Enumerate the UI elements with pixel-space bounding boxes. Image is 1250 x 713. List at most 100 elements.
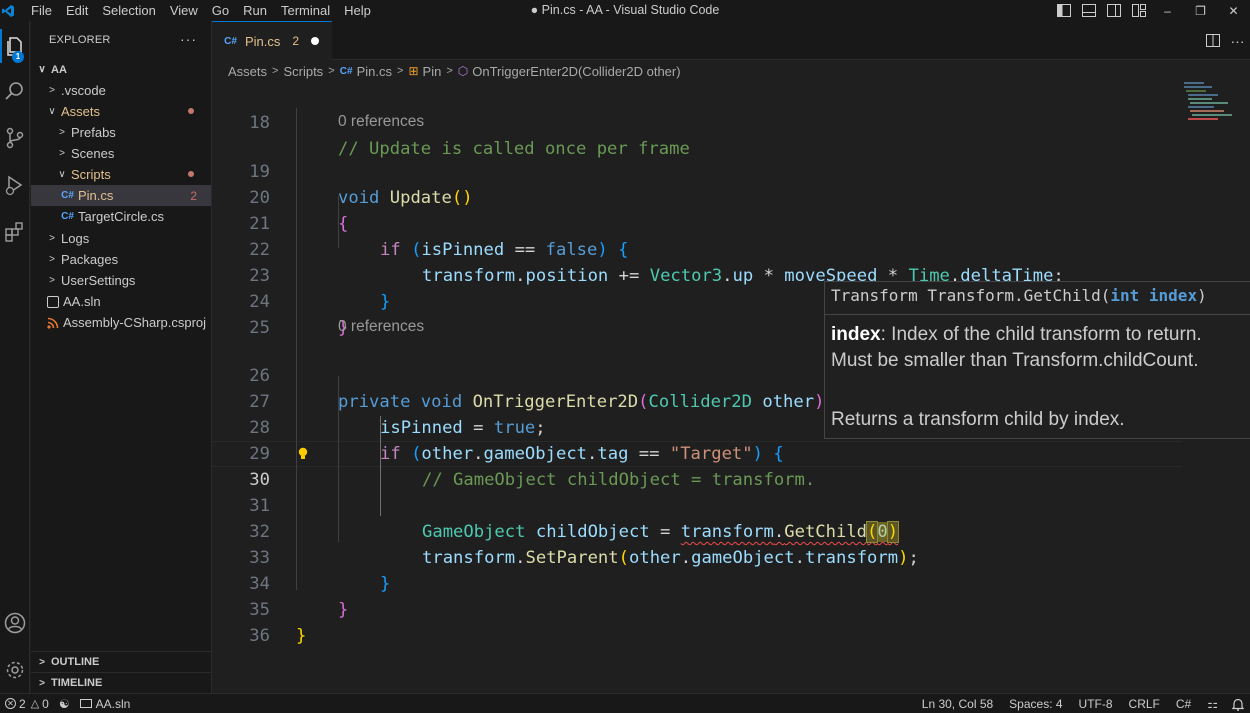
editor-more-actions-icon[interactable]: ··· (1225, 30, 1250, 51)
files-icon[interactable]: 1 (0, 29, 30, 63)
language-mode[interactable]: C# (1168, 694, 1199, 713)
breadcrumb-method[interactable]: OnTriggerEnter2D(Collider2D other) (472, 64, 680, 79)
lightbulb-icon[interactable] (298, 447, 308, 461)
tree-item-label: Prefabs (71, 125, 116, 140)
signature-prefix: Transform Transform.GetChild( (831, 286, 1111, 305)
codelens-references[interactable]: 0 references (338, 111, 424, 133)
explorer-header: EXPLORER ··· (31, 21, 211, 59)
breadcrumb-pin-cs[interactable]: Pin.cs (357, 64, 392, 79)
codelens-references[interactable]: 0 references (338, 316, 424, 338)
tree-item-aa-sln[interactable]: AA.sln (31, 291, 211, 312)
breadcrumb-assets[interactable]: Assets (228, 64, 267, 79)
chevron-right-icon: > (49, 254, 55, 265)
tree-item-label: Assembly-CSharp.csproj (63, 315, 207, 330)
error-count: 2 (19, 696, 26, 711)
tree-item-pin-cs[interactable]: C# Pin.cs 2 (31, 185, 211, 206)
chevron-right-icon: > (39, 677, 45, 689)
tree-item-label: Pin.cs (78, 188, 114, 203)
extensions-icon[interactable] (0, 215, 30, 249)
chevron-right-icon: > (59, 148, 65, 159)
tree-item-packages[interactable]: > Packages (31, 249, 211, 270)
tree-item-logs[interactable]: > Logs (31, 228, 211, 249)
solution-name: AA.sln (95, 696, 131, 711)
tree-item-vscode[interactable]: > .vscode (31, 80, 211, 101)
vscode-logo-icon[interactable] (2, 4, 14, 17)
cursor-position[interactable]: Ln 30, Col 58 (914, 694, 1001, 713)
menu-file[interactable]: File (24, 0, 59, 21)
source-control-icon[interactable] (0, 121, 30, 155)
tree-item-assets[interactable]: ∨ Assets (31, 101, 211, 122)
tree-item-usersettings[interactable]: > UserSettings (31, 270, 211, 291)
tree-item-scripts[interactable]: ∨ Scripts (31, 164, 211, 185)
chevron-right-icon: > (397, 65, 404, 77)
menu-selection[interactable]: Selection (95, 0, 162, 21)
breadcrumb-class-pin[interactable]: Pin (423, 64, 442, 79)
tree-item-targetcircle-cs[interactable]: C# TargetCircle.cs (31, 206, 211, 227)
restore-icon[interactable]: ❐ (1184, 0, 1217, 21)
class-symbol-icon: ⊞ (408, 64, 419, 78)
code-line: 23 } (212, 237, 1250, 312)
csharp-file-icon: C# (339, 65, 353, 77)
tab-label: Pin.cs (245, 33, 281, 49)
tree-item-csproj[interactable]: Assembly-CSharp.csproj (31, 312, 211, 333)
title-bar: File Edit Selection View Go Run Terminal… (0, 0, 1250, 21)
activity-bar: 1 (0, 21, 30, 693)
code-line: 33 } (212, 519, 1250, 594)
customize-layout-icon[interactable] (1126, 0, 1151, 21)
ports-icon[interactable]: ☯ (54, 694, 75, 713)
timeline-section[interactable]: > TIMELINE (31, 672, 211, 693)
more-actions-icon[interactable]: ··· (180, 31, 197, 47)
toggle-primary-sidebar-icon[interactable] (1051, 0, 1076, 21)
menu-edit[interactable]: Edit (59, 0, 95, 21)
chevron-right-icon: > (59, 127, 65, 138)
search-icon[interactable] (0, 74, 30, 108)
split-editor-icon[interactable] (1200, 30, 1225, 51)
code-line: 21 if (isPinned == false) { (212, 185, 1250, 260)
line-ending[interactable]: CRLF (1121, 694, 1168, 713)
menu-view[interactable]: View (163, 0, 205, 21)
tree-item-prefabs[interactable]: > Prefabs (31, 122, 211, 143)
chevron-right-icon: > (328, 65, 335, 77)
chevron-down-icon: ∨ (38, 64, 46, 75)
feedback-icon[interactable]: ⚏ (1199, 694, 1226, 713)
problem-count: 2 (190, 188, 197, 203)
workspace-root[interactable]: ∨ AA (31, 59, 211, 80)
breadcrumb-scripts[interactable]: Scripts (283, 64, 323, 79)
minimap[interactable] (1182, 82, 1242, 142)
editor-tab-bar: C# Pin.cs 2 ··· (212, 21, 1250, 60)
toggle-panel-icon[interactable] (1076, 0, 1101, 21)
unsaved-dot-icon[interactable] (311, 37, 320, 45)
code-editor[interactable]: 18 // Update is called once per frame 0 … (212, 82, 1250, 693)
toggle-secondary-sidebar-icon[interactable] (1101, 0, 1126, 21)
error-icon: ✕ (5, 698, 16, 709)
explorer-title: EXPLORER (49, 34, 111, 46)
close-icon[interactable]: ✕ (1217, 0, 1250, 21)
modified-dot (188, 108, 194, 114)
settings-gear-icon[interactable] (0, 653, 30, 687)
problems-indicator[interactable]: ✕ 2 △ 0 (0, 694, 54, 713)
code-line: 22 transform.position += Vector3.up * mo… (212, 211, 1250, 286)
code-line: 18 // Update is called once per frame (212, 84, 1250, 159)
menu-terminal[interactable]: Terminal (274, 0, 337, 21)
code-line: 19 void Update() (212, 133, 1250, 208)
warning-icon: △ (30, 698, 40, 710)
run-debug-icon[interactable] (0, 168, 30, 202)
outline-section[interactable]: > OUTLINE (31, 651, 211, 672)
menu-run[interactable]: Run (236, 0, 274, 21)
tree-item-label: Scripts (71, 167, 111, 182)
tree-item-scenes[interactable]: > Scenes (31, 143, 211, 164)
solution-indicator[interactable]: AA.sln (75, 694, 136, 713)
code-line: 32 transform.SetParent(other.gameObject.… (212, 493, 1250, 568)
account-icon[interactable] (0, 606, 30, 640)
menu-help[interactable]: Help (337, 0, 378, 21)
minimize-icon[interactable]: – (1151, 0, 1184, 21)
tab-pin-cs[interactable]: C# Pin.cs 2 (212, 21, 332, 60)
chevron-right-icon: > (272, 65, 279, 77)
menu-go[interactable]: Go (205, 0, 236, 21)
indentation[interactable]: Spaces: 4 (1001, 694, 1070, 713)
modified-dot (188, 171, 194, 177)
hover-tooltip: Transform Transform.GetChild(int index) … (824, 281, 1250, 439)
breadcrumb: Assets > Scripts > C# Pin.cs > ⊞ Pin > ⬡… (212, 60, 1250, 82)
encoding[interactable]: UTF-8 (1071, 694, 1121, 713)
notifications-bell-icon[interactable] (1226, 694, 1250, 713)
